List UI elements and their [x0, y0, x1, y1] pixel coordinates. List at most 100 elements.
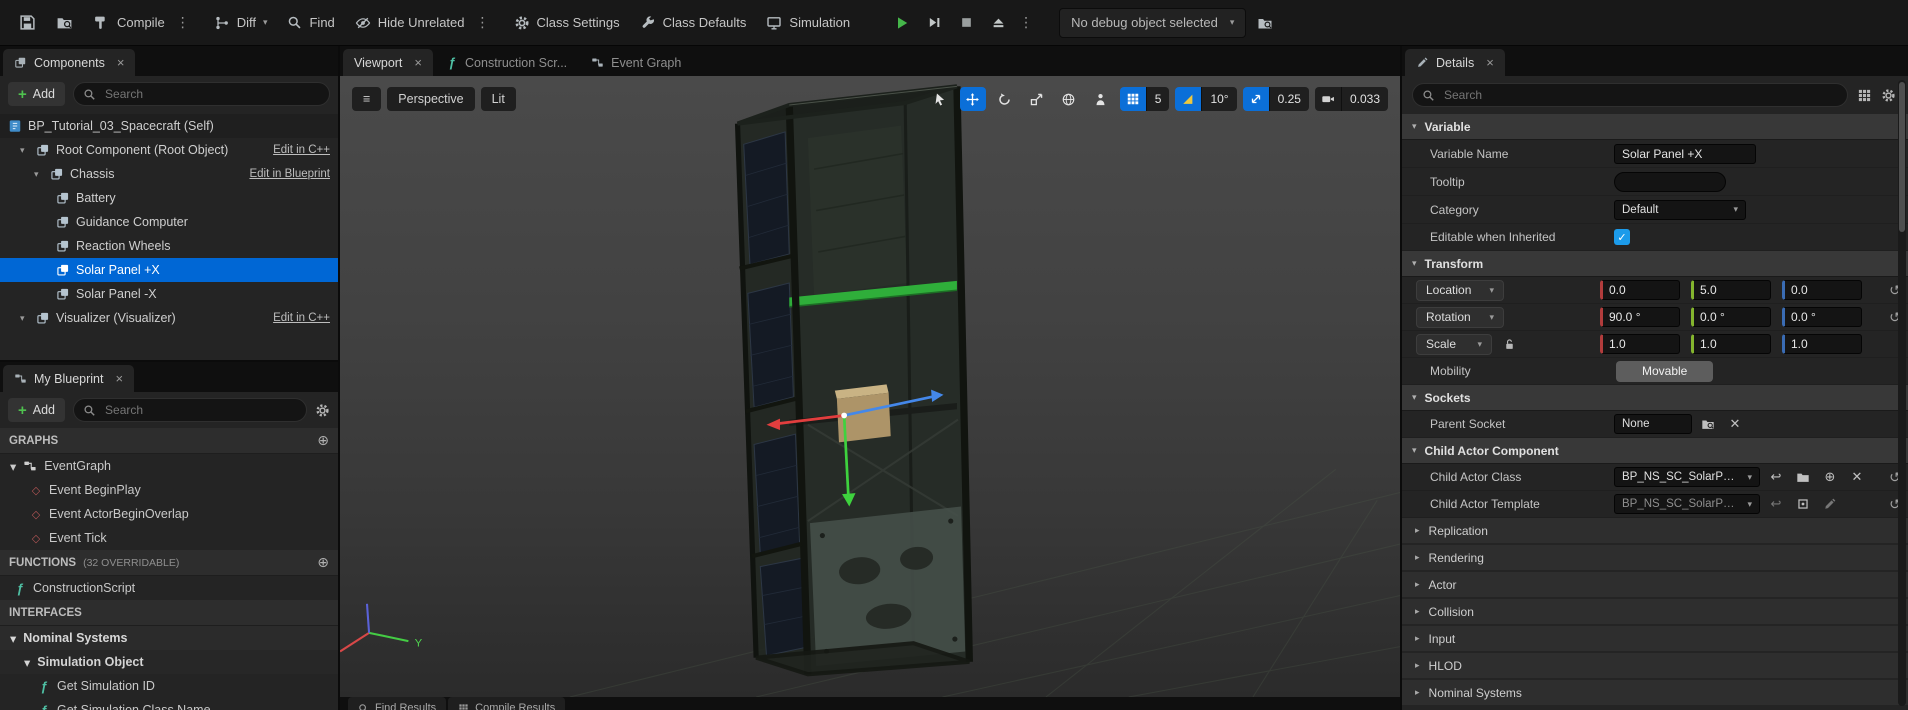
- components-searchbox[interactable]: [73, 82, 330, 106]
- socket-clear-button[interactable]: ✕: [1724, 414, 1746, 434]
- section-collision[interactable]: ▸ Collision: [1402, 599, 1908, 626]
- section-hlod[interactable]: ▸ HLOD: [1402, 653, 1908, 680]
- close-icon[interactable]: ×: [115, 371, 123, 386]
- child-actor-template-dropdown[interactable]: BP_NS_SC_SolarPanel_3U ▾: [1614, 494, 1760, 514]
- close-icon[interactable]: ×: [414, 55, 422, 70]
- my-blueprint-search-input[interactable]: [103, 402, 297, 418]
- find-button[interactable]: Find: [278, 6, 343, 40]
- frame-skip-button[interactable]: [919, 8, 949, 38]
- use-selected-asset-button[interactable]: ↩: [1765, 467, 1787, 487]
- hide-unrelated-options-icon[interactable]: ⋮: [472, 14, 494, 31]
- tree-item-root-component[interactable]: ▾ Root Component (Root Object) Edit in C…: [0, 138, 338, 162]
- close-icon[interactable]: ×: [117, 55, 125, 70]
- select-tool-button[interactable]: [928, 87, 954, 111]
- chevron-down-icon[interactable]: ▾: [20, 313, 30, 324]
- scale-tool-button[interactable]: [1024, 87, 1050, 111]
- list-item-event-beginplay[interactable]: ◇ Event BeginPlay: [0, 478, 338, 502]
- section-nominal-systems[interactable]: ▸ Nominal Systems: [1402, 680, 1908, 707]
- scale-y-field[interactable]: 1.0: [1691, 334, 1771, 354]
- blueprint-settings-button[interactable]: [315, 403, 330, 418]
- select-template-button[interactable]: [1792, 494, 1814, 514]
- simulation-button[interactable]: Simulation: [757, 6, 859, 40]
- class-defaults-button[interactable]: Class Defaults: [631, 6, 756, 40]
- browse-asset-button[interactable]: [1792, 467, 1814, 487]
- rotation-dropdown[interactable]: Rotation ▾: [1416, 307, 1504, 328]
- edit-template-button[interactable]: [1819, 494, 1841, 514]
- graphs-section-header[interactable]: GRAPHS ⊕: [0, 428, 338, 454]
- section-child-actor-component[interactable]: ▾ Child Actor Component: [1402, 438, 1908, 464]
- location-y-field[interactable]: 5.0: [1691, 280, 1771, 300]
- add-asset-button[interactable]: ⊕: [1819, 467, 1841, 487]
- tab-details[interactable]: Details ×: [1405, 49, 1505, 76]
- list-item-construction-script[interactable]: ƒ ConstructionScript: [0, 576, 338, 600]
- category-dropdown[interactable]: Default ▾: [1614, 200, 1746, 220]
- move-tool-button[interactable]: [960, 87, 986, 111]
- clear-asset-button[interactable]: ✕: [1846, 467, 1868, 487]
- hide-unrelated-button[interactable]: Hide Unrelated ⋮: [346, 6, 503, 40]
- tab-my-blueprint[interactable]: My Blueprint ×: [3, 365, 134, 392]
- functions-section-header[interactable]: FUNCTIONS (32 OVERRIDABLE) ⊕: [0, 550, 338, 576]
- stop-button[interactable]: [951, 8, 981, 38]
- variable-name-field[interactable]: [1614, 144, 1756, 164]
- list-item-get-simulation-class-name[interactable]: ƒ Get Simulation Class Name: [0, 698, 338, 710]
- tree-item-guidance-computer[interactable]: Guidance Computer: [0, 210, 338, 234]
- play-options-icon[interactable]: ⋮: [1015, 14, 1037, 31]
- class-settings-button[interactable]: Class Settings: [505, 6, 629, 40]
- rotation-z-field[interactable]: 0.0 °: [1782, 307, 1862, 327]
- browse-button[interactable]: [47, 6, 82, 40]
- list-item-get-simulation-id[interactable]: ƒ Get Simulation ID: [0, 674, 338, 698]
- details-scrollbar[interactable]: [1898, 80, 1906, 706]
- debug-object-dropdown[interactable]: No debug object selected ▾: [1059, 8, 1246, 38]
- rotation-snap-control[interactable]: 10°: [1175, 87, 1236, 111]
- components-search-input[interactable]: [103, 86, 320, 102]
- tree-item-chassis[interactable]: ▾ Chassis Edit in Blueprint: [0, 162, 338, 186]
- grid-snap-control[interactable]: 5: [1120, 87, 1170, 111]
- play-button[interactable]: [887, 8, 917, 38]
- mobility-movable-button[interactable]: Movable: [1616, 361, 1713, 382]
- view-mode-dropdown[interactable]: Lit: [481, 87, 516, 111]
- section-transform[interactable]: ▾ Transform: [1402, 251, 1908, 277]
- tree-item-reaction-wheels[interactable]: Reaction Wheels: [0, 234, 338, 258]
- add-graph-icon[interactable]: ⊕: [317, 432, 329, 449]
- add-component-button[interactable]: + Add: [8, 82, 65, 106]
- compile-button[interactable]: Compile ⋮: [84, 6, 203, 40]
- tree-item-visualizer[interactable]: ▾ Visualizer (Visualizer) Edit in C++: [0, 306, 338, 330]
- tab-find-results[interactable]: Find Results: [348, 697, 446, 710]
- copy-template-button[interactable]: ↩: [1765, 494, 1787, 514]
- interfaces-section-header[interactable]: INTERFACES: [0, 600, 338, 626]
- satellite-model[interactable]: [738, 86, 970, 674]
- tab-construction-script[interactable]: ƒ Construction Scr...: [435, 49, 578, 76]
- edit-in-cpp-link[interactable]: Edit in C++: [273, 144, 330, 156]
- location-z-field[interactable]: 0.0: [1782, 280, 1862, 300]
- chevron-down-icon[interactable]: ▾: [34, 169, 44, 180]
- chevron-down-icon[interactable]: ▾: [10, 631, 16, 646]
- chevron-down-icon[interactable]: ▾: [24, 655, 30, 670]
- eject-button[interactable]: [983, 8, 1013, 38]
- details-settings-button[interactable]: [1881, 88, 1896, 103]
- diff-button[interactable]: Diff ▾: [205, 6, 277, 40]
- tab-event-graph[interactable]: Event Graph: [580, 49, 692, 76]
- section-replication[interactable]: ▸ Replication: [1402, 518, 1908, 545]
- list-item-event-tick[interactable]: ◇ Event Tick: [0, 526, 338, 550]
- scale-dropdown[interactable]: Scale ▾: [1416, 334, 1492, 355]
- socket-search-button[interactable]: [1697, 414, 1719, 434]
- category-nominal-systems[interactable]: ▾ Nominal Systems: [0, 626, 338, 650]
- rotation-x-field[interactable]: 90.0 °: [1600, 307, 1680, 327]
- edit-in-cpp-link[interactable]: Edit in C++: [273, 312, 330, 324]
- chevron-down-icon[interactable]: ▾: [20, 145, 30, 156]
- add-function-icon[interactable]: ⊕: [317, 554, 329, 571]
- category-simulation-object[interactable]: ▾ Simulation Object: [0, 650, 338, 674]
- location-x-field[interactable]: 0.0: [1600, 280, 1680, 300]
- viewport-menu-button[interactable]: ≡: [352, 87, 381, 111]
- camera-speed-control[interactable]: 0.033: [1315, 87, 1388, 111]
- tab-compile-results[interactable]: Compile Results: [448, 697, 565, 710]
- details-search-input[interactable]: [1442, 87, 1838, 103]
- section-variable[interactable]: ▾ Variable: [1402, 114, 1908, 140]
- viewport-3d[interactable]: X Y ≡ Perspective Lit: [340, 76, 1400, 697]
- scale-x-field[interactable]: 1.0: [1600, 334, 1680, 354]
- display-options-button[interactable]: [1857, 88, 1872, 103]
- scrollbar-thumb[interactable]: [1899, 82, 1905, 232]
- section-actor[interactable]: ▸ Actor: [1402, 572, 1908, 599]
- location-dropdown[interactable]: Location ▾: [1416, 280, 1504, 301]
- viewport-3d-scene[interactable]: X Y: [340, 76, 1400, 697]
